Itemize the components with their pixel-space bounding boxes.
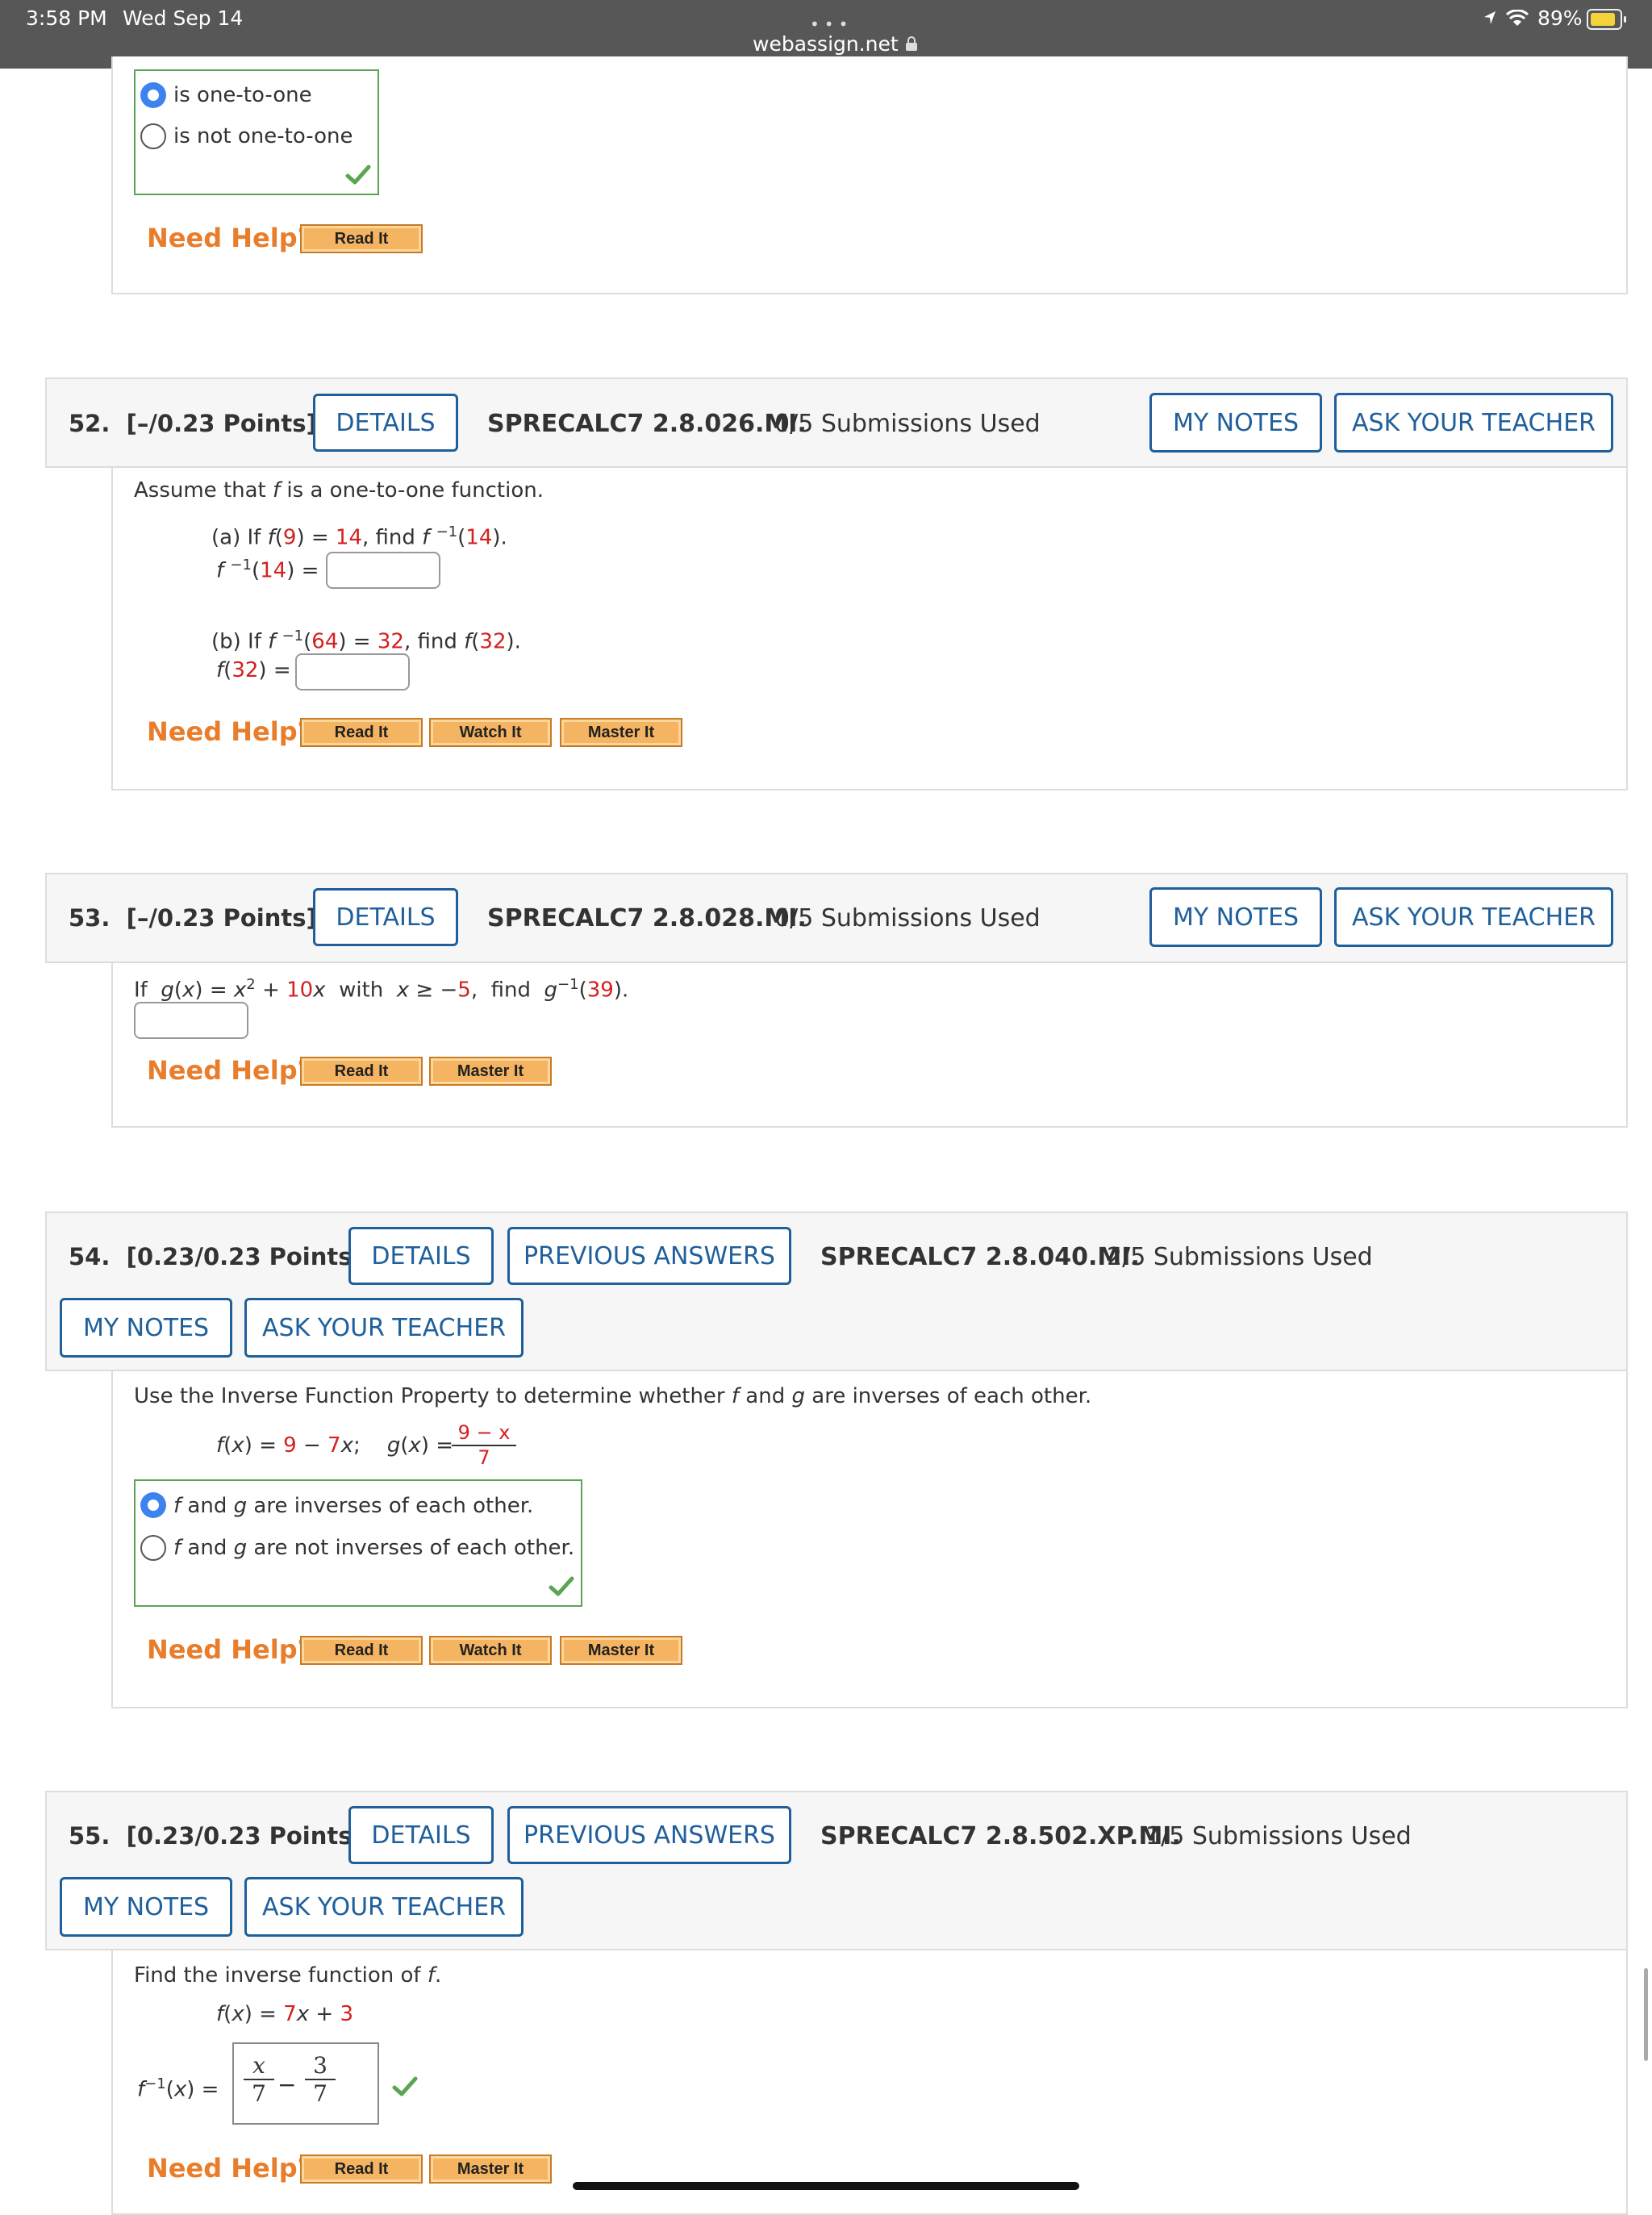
q55-number: 55. [0.23/0.23 Points] bbox=[69, 1822, 363, 1850]
q55-intro: Find the inverse function of f. bbox=[134, 1963, 442, 1988]
q51-radio-not-one-to-one[interactable] bbox=[140, 123, 166, 149]
need-help-label: Need Help? bbox=[147, 716, 313, 747]
q53-prompt: If g(x) = x2 + 10x with x ≥ −5, find g−1… bbox=[134, 976, 629, 1003]
read-it-button[interactable]: Read It bbox=[300, 2155, 423, 2184]
my-notes-button[interactable]: MY NOTES bbox=[60, 1298, 232, 1358]
q51-radio-one-to-one[interactable] bbox=[140, 82, 166, 108]
my-notes-button[interactable]: MY NOTES bbox=[1149, 887, 1322, 947]
q52-part-a-prompt: f −1(14) = bbox=[216, 557, 319, 583]
q52-part-b: (b) If f −1(64) = 32, find f(32). bbox=[211, 628, 521, 654]
q55-answer-term2: 3 7 bbox=[305, 2052, 336, 2107]
location-arrow-icon bbox=[1484, 11, 1496, 24]
q55-code: SPRECALC7 2.8.502.XP.MI. bbox=[820, 1822, 1181, 1850]
watch-it-button[interactable]: Watch It bbox=[429, 1636, 552, 1665]
scrollbar[interactable] bbox=[1644, 1968, 1648, 2061]
q52-submissions: 0/5 Submissions Used bbox=[774, 410, 1041, 438]
home-indicator[interactable] bbox=[573, 2182, 1079, 2190]
multitasking-dots-icon[interactable]: ••• bbox=[810, 15, 853, 34]
q55-answer-term1: x 7 bbox=[244, 2052, 274, 2107]
check-icon bbox=[392, 2076, 418, 2096]
q53-code: SPRECALC7 2.8.028.MI. bbox=[487, 904, 807, 932]
q51-choice-label: is not one-to-one bbox=[173, 124, 353, 148]
read-it-button[interactable]: Read It bbox=[300, 1057, 423, 1086]
q52-code: SPRECALC7 2.8.026.MI. bbox=[487, 410, 807, 438]
my-notes-button[interactable]: MY NOTES bbox=[60, 1877, 232, 1937]
q54-number: 54. [0.23/0.23 Points] bbox=[69, 1243, 363, 1270]
q54-intro: Use the Inverse Function Property to det… bbox=[134, 1384, 1092, 1408]
details-button[interactable]: DETAILS bbox=[348, 1806, 494, 1864]
need-help-label: Need Help? bbox=[147, 1634, 313, 1665]
q55-submissions: 1/5 Submissions Used bbox=[1145, 1822, 1412, 1850]
ask-your-teacher-button[interactable]: ASK YOUR TEACHER bbox=[1334, 393, 1613, 453]
ask-your-teacher-button[interactable]: ASK YOUR TEACHER bbox=[1334, 887, 1613, 947]
q53-answer-input[interactable] bbox=[134, 1002, 248, 1039]
status-date: Wed Sep 14 bbox=[123, 6, 244, 30]
q54-choice-label: f and g are not inverses of each other. bbox=[173, 1536, 575, 1560]
previous-answers-button[interactable]: PREVIOUS ANSWERS bbox=[507, 1806, 791, 1864]
q52-part-b-prompt: f(32) = bbox=[216, 658, 291, 682]
status-time: 3:58 PM bbox=[26, 6, 107, 30]
q54-g-fraction: 9 − x 7 bbox=[452, 1421, 516, 1469]
q52-answer-b-input[interactable] bbox=[295, 653, 410, 690]
read-it-button[interactable]: Read It bbox=[300, 1636, 423, 1665]
ask-your-teacher-button[interactable]: ASK YOUR TEACHER bbox=[244, 1877, 524, 1937]
q55-answer-prompt: f−1(x) = bbox=[137, 2075, 219, 2102]
q52-part-a: (a) If f(9) = 14, find f −1(14). bbox=[211, 524, 507, 550]
q54-choice-label: f and g are inverses of each other. bbox=[173, 1494, 534, 1518]
battery-icon bbox=[1587, 9, 1626, 30]
my-notes-button[interactable]: MY NOTES bbox=[1149, 393, 1322, 453]
q54-f-definition: f(x) = 9 − 7x; g(x) = bbox=[216, 1433, 454, 1458]
q52-number: 52. [–/0.23 Points] bbox=[69, 410, 317, 437]
previous-answers-button[interactable]: PREVIOUS ANSWERS bbox=[507, 1227, 791, 1285]
wifi-icon bbox=[1505, 10, 1529, 26]
details-button[interactable]: DETAILS bbox=[313, 394, 458, 452]
q55-minus-sign: − bbox=[277, 2071, 297, 2098]
lock-icon bbox=[905, 36, 917, 51]
q53-submissions: 0/5 Submissions Used bbox=[774, 904, 1041, 932]
check-icon bbox=[345, 165, 371, 185]
read-it-button[interactable]: Read It bbox=[300, 718, 423, 747]
read-it-button[interactable]: Read It bbox=[300, 224, 423, 253]
q54-submissions: 2/5 Submissions Used bbox=[1107, 1243, 1373, 1271]
need-help-label: Need Help? bbox=[147, 2153, 313, 2184]
master-it-button[interactable]: Master It bbox=[560, 718, 682, 747]
q54-radio-inverses[interactable] bbox=[140, 1492, 166, 1518]
q52-intro: Assume that f is a one-to-one function. bbox=[134, 478, 544, 503]
q53-number: 53. [–/0.23 Points] bbox=[69, 904, 317, 932]
master-it-button[interactable]: Master It bbox=[429, 1057, 552, 1086]
q52-answer-a-input[interactable] bbox=[326, 552, 440, 589]
battery-percent: 89% bbox=[1537, 6, 1583, 30]
check-icon bbox=[549, 1576, 574, 1596]
watch-it-button[interactable]: Watch It bbox=[429, 718, 552, 747]
q55-f-definition: f(x) = 7x + 3 bbox=[216, 2002, 353, 2026]
url-bar[interactable]: webassign.net bbox=[753, 32, 918, 56]
q54-code: SPRECALC7 2.8.040.MI. bbox=[820, 1243, 1140, 1271]
q51-choice-label: is one-to-one bbox=[173, 83, 312, 107]
master-it-button[interactable]: Master It bbox=[429, 2155, 552, 2184]
need-help-label: Need Help? bbox=[147, 1055, 313, 1086]
details-button[interactable]: DETAILS bbox=[348, 1227, 494, 1285]
q54-radio-not-inverses[interactable] bbox=[140, 1535, 166, 1561]
details-button[interactable]: DETAILS bbox=[313, 888, 458, 946]
ask-your-teacher-button[interactable]: ASK YOUR TEACHER bbox=[244, 1298, 524, 1358]
need-help-label: Need Help? bbox=[147, 223, 313, 253]
master-it-button[interactable]: Master It bbox=[560, 1636, 682, 1665]
